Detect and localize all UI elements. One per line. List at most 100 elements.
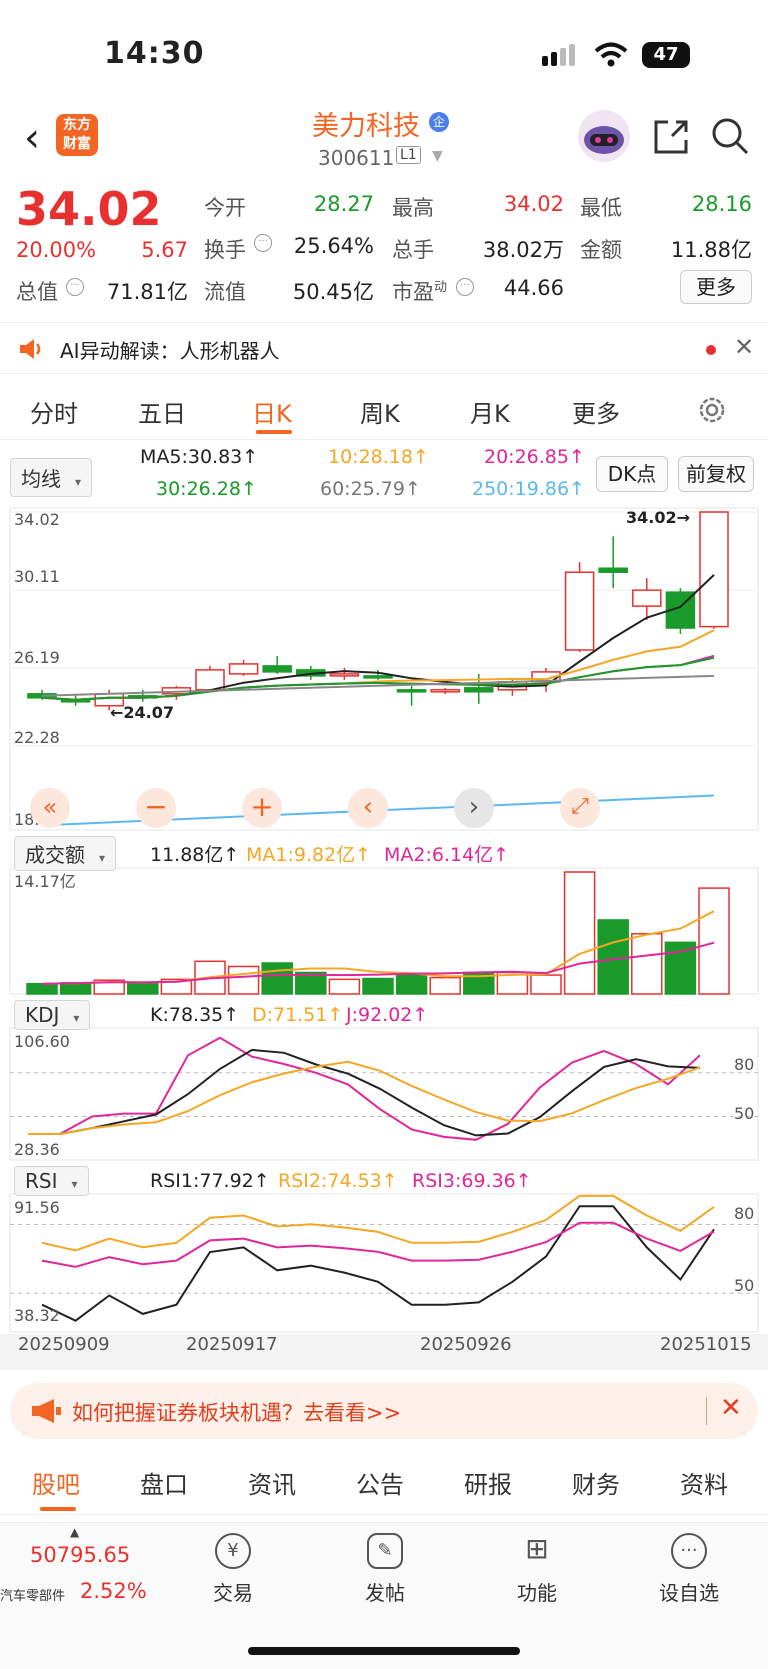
caret-up-icon: ▲ [70,1525,80,1539]
low-marker: ←24.07 [110,703,175,722]
kdj-50-label: 50 [734,1104,755,1123]
function-label: 功能 [517,1581,557,1605]
rsi-80-label: 80 [734,1204,755,1223]
tab-forum[interactable]: 股吧 [32,1465,80,1500]
kdj-selector[interactable]: KDJ [14,1000,91,1030]
candle-body [632,589,662,607]
volume-bar [597,919,629,995]
megaphone-icon [30,1397,62,1429]
volume-bar [26,982,58,995]
rsi3: RSI3:69.36↑ [412,1170,532,1192]
rsi1: RSI1:77.92↑ [150,1170,270,1192]
grid-icon: ⊞ [525,1532,549,1565]
promo-text: 如何把握证券板块机遇？去看看>> [72,1401,402,1425]
volume-bar [261,962,293,995]
kdj-k: K:78.35↑ [150,1004,240,1026]
volume-selector[interactable]: 成交额 [14,836,117,871]
volume-ma2: MA2:6.14亿↑ [384,844,510,866]
kline-y-label: 34.02 [14,510,60,529]
candle-body [363,675,393,679]
volume-bar [395,972,428,995]
volume-bar [429,976,461,995]
tab-news[interactable]: 资讯 [248,1465,296,1500]
kline-y-label: 26.19 [14,648,60,667]
volume-bar [664,941,697,995]
date-label: 20250926 [420,1334,512,1355]
rsi-selector[interactable]: RSI [14,1166,89,1196]
bottom-dock: ▲ 50795.65 汽车零部件 2.52% ¥ 交易 ✎ 发帖 ⊞ 功能 ··… [0,1522,768,1669]
edit-icon: ✎ [367,1533,403,1569]
banner-divider [706,1397,707,1425]
volume-bar [563,871,596,995]
candle-body [598,567,628,573]
volume-bar [59,982,92,995]
prev-icon[interactable]: ‹ [348,788,388,828]
candle-body [329,673,360,677]
promo-banner[interactable]: 如何把握证券板块机遇？去看看>> ✕ [10,1383,758,1439]
panel-frame [9,507,759,831]
panel-frame [9,1027,759,1161]
function-button[interactable]: ⊞ 功能 [492,1533,582,1606]
candle-body [564,571,595,651]
candle-body [699,511,729,628]
bottom-tabs: 股吧 盘口 资讯 公告 研报 财务 资料 [0,1445,768,1515]
more-dots-icon: ··· [671,1533,707,1569]
date-axis [0,1334,768,1370]
candle-body [195,669,225,691]
active-tab-underline [40,1507,76,1511]
index-name: 汽车零部件 [0,1589,66,1604]
tab-announcements[interactable]: 公告 [356,1465,404,1500]
tab-finance[interactable]: 财务 [572,1465,620,1500]
add-watchlist-button[interactable]: ··· 设自选 [644,1533,734,1606]
home-indicator [248,1647,520,1655]
high-marker: 34.02→ [626,508,691,527]
volume-bar [698,887,730,995]
candle-body [430,689,460,693]
volume-bar [328,978,361,995]
close-icon[interactable]: ✕ [720,1393,742,1423]
date-label: 20250917 [186,1334,278,1355]
date-label: 20251015 [660,1334,752,1355]
candle-body [262,665,292,673]
rewind-icon[interactable]: « [30,788,70,828]
volume-bar [127,982,159,995]
trade-button[interactable]: ¥ 交易 [188,1533,278,1606]
zoom-in-icon[interactable]: + [242,788,282,828]
date-label: 20250909 [18,1334,110,1355]
kdj-bottom-label: 28.36 [14,1140,60,1159]
kdj-k-line [28,1048,701,1137]
kline-y-label: 22.28 [14,728,60,747]
volume-value: 11.88亿↑ [150,844,240,866]
volume-bar [362,977,394,995]
index-value[interactable]: 50795.65 [30,1543,130,1567]
rsi-bottom-label: 38.32 [14,1306,60,1325]
kline-y-label: 30.11 [14,567,60,586]
volume-ma1: MA1:9.82亿↑ [246,844,372,866]
rsi3-line [41,1221,715,1268]
volume-bar [227,965,260,995]
post-label: 发帖 [365,1581,405,1605]
ma10-line [41,629,715,701]
zoom-out-icon[interactable]: − [136,788,176,828]
tab-research[interactable]: 研报 [464,1465,512,1500]
tab-profile[interactable]: 资料 [680,1465,728,1500]
fullscreen-icon[interactable]: ⤢ [560,788,600,828]
rsi-50-label: 50 [734,1276,755,1295]
rsi-top-label: 91.56 [14,1198,60,1217]
kdj-top-label: 106.60 [14,1032,70,1051]
volume-max-label: 14.17亿 [14,872,76,891]
kdj-d: D:71.51↑ [252,1004,344,1026]
tab-orderbook[interactable]: 盘口 [140,1465,188,1500]
trade-icon: ¥ [215,1533,251,1569]
volume-bar [631,932,663,995]
candle-body [228,663,259,675]
trade-label: 交易 [213,1581,253,1605]
watch-label: 设自选 [659,1581,719,1605]
kdj-j: J:92.02↑ [346,1004,429,1026]
next-icon[interactable]: › [454,788,494,828]
candle-body [464,687,494,693]
volume-bar [530,974,562,995]
charts-svg [9,507,759,1333]
rsi2: RSI2:74.53↑ [278,1170,398,1192]
post-button[interactable]: ✎ 发帖 [340,1533,430,1606]
